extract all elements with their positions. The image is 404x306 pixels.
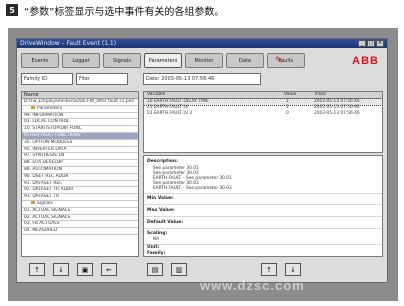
tree-item[interactable]: D:\Fw_Employee\Flexi\SDisk.FW_after faul… (22, 99, 138, 106)
min-value-label: Min Value: (147, 196, 174, 201)
tree-item-label: 93. DATASET TR (24, 194, 60, 200)
tree-header: Name (22, 92, 138, 99)
folder-icon (31, 200, 35, 204)
divider (144, 204, 382, 205)
tree-folder[interactable]: Parameters (22, 105, 138, 113)
tree-item[interactable]: 99. INFORMATION (22, 113, 138, 120)
divider (144, 244, 382, 245)
tab-signals[interactable]: Signals (103, 53, 141, 68)
tree-item[interactable]: 95. INVERTER DATA (22, 147, 138, 154)
description-label: Description: (147, 159, 178, 164)
list-header: Variable Value Trace (144, 92, 382, 99)
list-row[interactable]: 22 EARTH FAULT LV 2 0 2003-05-13 07:56:46 (144, 111, 382, 117)
watermark: www.dzsc.com (200, 278, 305, 293)
tree-item-label: D:\Fw_Employee\Flexi\SDisk.FW_after faul… (24, 99, 135, 104)
family-label: Family: (147, 251, 166, 256)
tree-item[interactable]: 01. ACTUAL SIGNALS (22, 208, 138, 215)
filter-row: Family ID Fiter Date: 2003-05-13 07:56:4… (21, 73, 261, 85)
tab-events[interactable]: Events (21, 53, 59, 68)
divider (144, 216, 382, 217)
parameter-details: Description: See parameter 30.01 See par… (143, 155, 383, 257)
caption-text: “参数”标签显示与选中事件有关的各组参数。 (24, 6, 225, 18)
tree-item[interactable]: 89. AUTOMATION (22, 167, 138, 174)
tree-item[interactable]: 03. FB ACTUALS (22, 221, 138, 229)
family-field[interactable]: Family ID (21, 73, 73, 85)
default-value-label: Default Value: (147, 220, 184, 225)
tree-item[interactable]: 90. DSET REC ADDR (22, 174, 138, 181)
description-line: EARTH FAULT – See parameter 30.03 (153, 186, 232, 191)
divider (144, 228, 382, 229)
parameter-tree[interactable]: Name D:\Fw_Employee\Flexi\SDisk.FW_after… (21, 91, 139, 257)
tree-folder[interactable]: Signals (22, 200, 138, 208)
unit-label: Unit: (147, 245, 160, 250)
tree-item-label: 35. OPTION MODULES (24, 139, 73, 145)
tree-item-label: 99. INFORMATION (24, 112, 64, 118)
scaling-value: NA (153, 237, 160, 242)
max-value-label: Max Value: (147, 208, 175, 213)
col-trace: Trace (314, 92, 326, 97)
tree-item[interactable]: 88. DTA DEVELOP (22, 160, 138, 167)
save-button[interactable]: ▤ (147, 263, 163, 276)
close-button[interactable]: × (376, 40, 384, 47)
back-button[interactable]: ← (101, 263, 117, 276)
print-button[interactable]: ▥ (171, 263, 187, 276)
fault-field[interactable]: Fiter (76, 73, 128, 85)
row-trace: 2003-05-13 07:56:46 (314, 111, 360, 116)
tree-item[interactable]: 02. ACTUAL SIGNALS (22, 215, 138, 222)
tree-item-label: 02. ACTUAL SIGNALS (24, 214, 71, 220)
row-variable: 22 EARTH FAULT LV 2 (147, 111, 193, 116)
row-value: 0 (286, 111, 289, 116)
tab-parameters[interactable]: Parameters (144, 53, 182, 68)
tree-item[interactable]: 04. MEASURED (22, 228, 138, 235)
figure-caption: 5 “参数”标签显示与选中事件有关的各组参数。 (6, 3, 225, 18)
tree-item-label: 97. SYNTHESIS 1N (24, 153, 65, 159)
caption-number: 5 (6, 4, 18, 16)
tree-item-label: 01. ACTUAL SIGNALS (24, 207, 71, 213)
tree-item[interactable]: OTHER FAULT FUNCTIONS (22, 132, 138, 140)
tree-item[interactable]: 93. DATASET TR (22, 194, 138, 201)
tree-item-label: Parameters (37, 105, 63, 111)
tree-item-label: 91. DATASET REC (24, 180, 63, 186)
page-up-button[interactable]: ↑ (261, 263, 277, 276)
tab-monitor[interactable]: Monitor (185, 53, 223, 68)
tree-item-label: 90. DSET REC ADDR (24, 173, 69, 179)
pen-icon[interactable]: ✎ (275, 56, 287, 66)
tree-item[interactable]: 35. OPTION MODULES (22, 140, 138, 147)
tree-item[interactable]: 10. START/STOP/DIR FUNC (22, 126, 138, 133)
tree-item[interactable]: 97. SYNTHESIS 1N (22, 153, 138, 161)
tree-item-label: 89. AUTOMATION (24, 166, 62, 172)
col-variable: Variable (147, 92, 166, 97)
tab-logger[interactable]: Logger (62, 53, 100, 68)
tree-item[interactable]: 91. DATASET REC (22, 181, 138, 188)
move-down-button[interactable]: ↓ (53, 263, 69, 276)
tree-item-label: 01. LOCAL CONTROL (24, 119, 70, 125)
date-field[interactable]: Date: 2003-05-13 07:56:46 (143, 73, 261, 85)
view-button[interactable]: ▣ (77, 263, 93, 276)
tree-item-label: 03. FB ACTUALS (24, 221, 60, 227)
tree-item-label: 10. START/STOP/DIR FUNC (24, 126, 82, 132)
tree-item[interactable]: 01. LOCAL CONTROL (22, 119, 138, 127)
tree-item-label: 92. DATASET TR ADDR (24, 187, 74, 193)
maximize-button[interactable]: □ (367, 40, 375, 47)
title-bar: DriveWindow – Fault Event (1.1) _ □ × (17, 39, 387, 48)
divider (144, 193, 382, 194)
scaling-label: Scaling: (147, 231, 168, 236)
tree-item-label: 95. INVERTER DATA (24, 146, 67, 152)
tab-data[interactable]: Data (226, 53, 264, 68)
tab-bar: Events Logger Signals Parameters Monitor… (21, 53, 305, 68)
tree-item-label: 04. MEASURED (24, 228, 58, 234)
tree-item-label: OTHER FAULT FUNCTIONS (24, 132, 81, 138)
tree-item-label: 88. DTA DEVELOP (24, 160, 63, 166)
tree-item[interactable]: 92. DATASET TR ADDR (22, 187, 138, 195)
event-parameter-list[interactable]: Variable Value Trace 20 EARTH FAULT DELA… (143, 91, 383, 153)
window-title: DriveWindow – Fault Event (1.1) (20, 40, 117, 47)
move-up-button[interactable]: ↑ (29, 263, 45, 276)
tree-item-label: Signals (37, 200, 53, 206)
page-down-button[interactable]: ↓ (285, 263, 301, 276)
folder-icon (31, 105, 35, 109)
col-value: Value (284, 92, 297, 97)
minimize-button[interactable]: _ (358, 40, 366, 47)
brand-logo: ABB (352, 55, 379, 67)
app-window: DriveWindow – Fault Event (1.1) _ □ × Ev… (16, 38, 388, 283)
